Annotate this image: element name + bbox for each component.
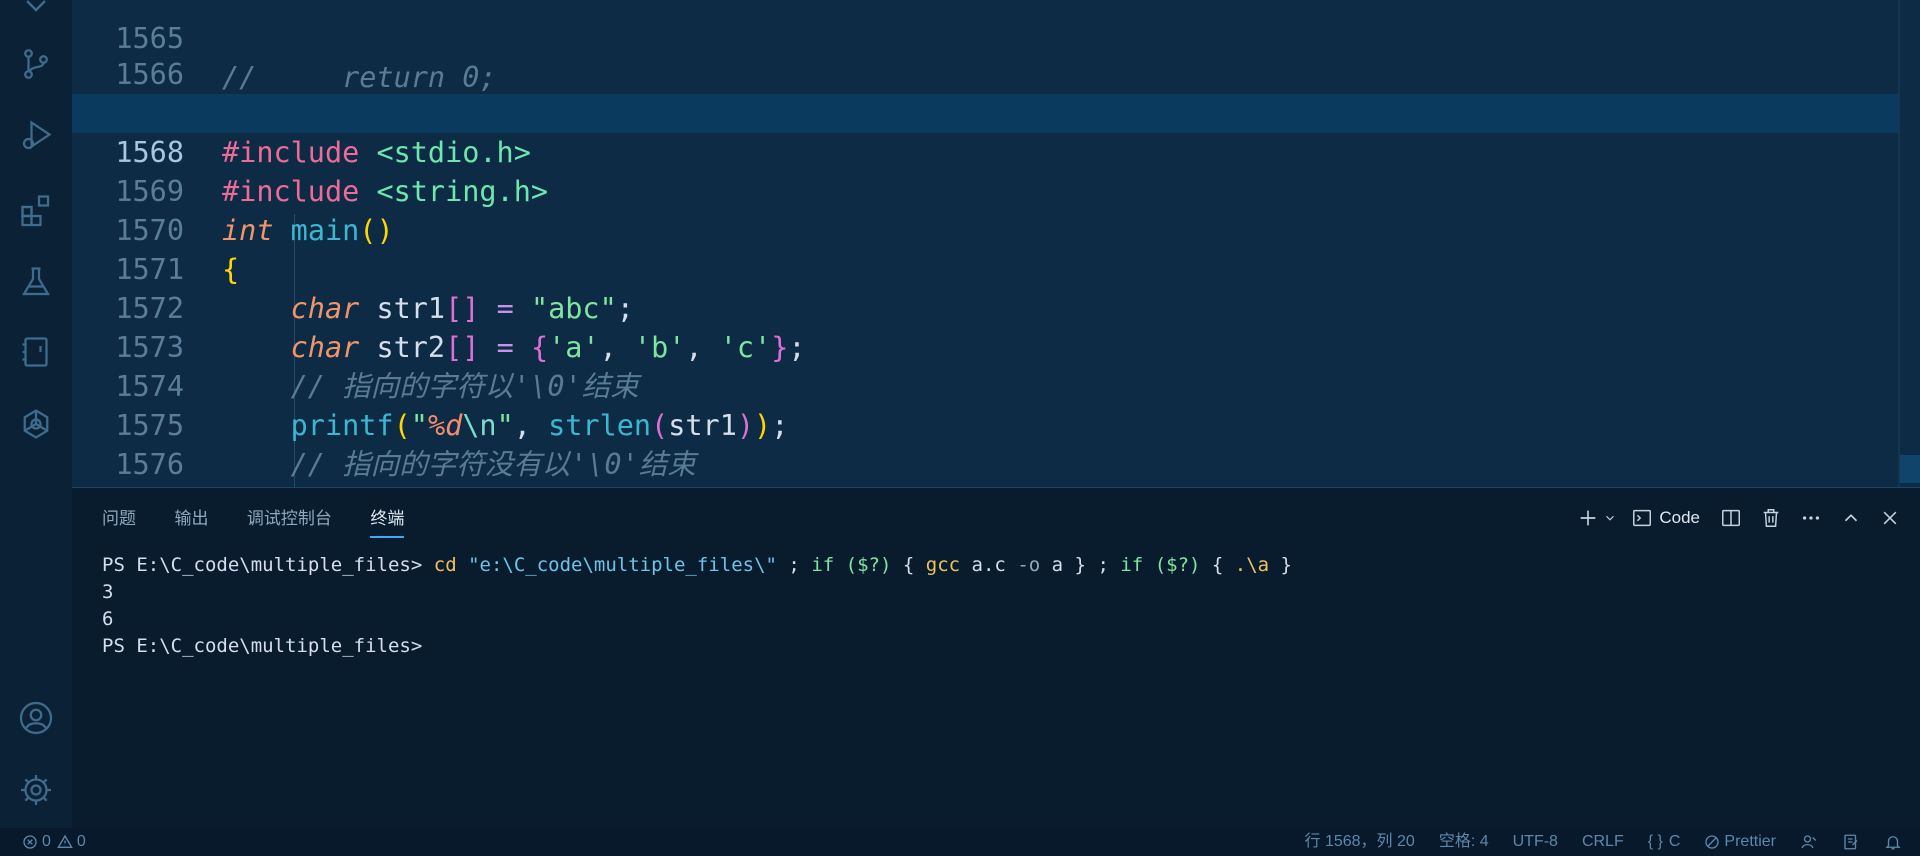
account-icon[interactable] [18,700,54,736]
warning-icon [57,834,73,850]
code-line[interactable]: 1576 printf("%d\n", strlen(str2)); [72,406,1900,481]
terminal-output-line: 3 [102,581,114,603]
notebook-icon[interactable] [18,334,54,370]
indentation[interactable]: 空格: 4 [1439,828,1489,856]
split-icon [1720,507,1742,529]
code-line-current[interactable]: 1568 #include <string.h> [72,94,1900,208]
run-debug-icon[interactable] [18,118,54,154]
bottom-panel: 问题 输出 调试控制台 终端 Code PS E:\C_code\multipl… [72,487,1920,829]
source-control-icon[interactable] [18,46,54,82]
code-editor[interactable]: 1565 // return 0; 1566 // } 1567 #includ… [72,0,1920,487]
encoding[interactable]: UTF-8 [1513,828,1558,856]
new-terminal-button[interactable] [1577,502,1617,534]
close-icon [1880,508,1900,528]
chevron-up-icon [1840,507,1862,529]
code-line[interactable]: 1572 char str2[] = {'a', 'b', 'c'}; [72,250,1900,364]
tab-problems[interactable]: 问题 [102,504,136,538]
language-mode[interactable]: { } C [1648,828,1681,856]
status-bar: 0 0 行 1568，列 20 空格: 4 UTF-8 CRLF { } C P… [0,828,1920,856]
prettier-label: Prettier [1724,833,1776,850]
tab-debug-console[interactable]: 调试控制台 [247,504,332,538]
chatgpt-icon[interactable] [18,406,54,442]
error-count: 0 [42,833,51,850]
code-line[interactable]: 1571 char str1[] = "abc"; [72,211,1900,325]
settings-gear-icon[interactable] [18,772,54,808]
terminal-prompt: PS E:\C_code\multiple_files> [102,635,423,657]
plus-icon [1577,507,1599,529]
code-line[interactable]: 1574 printf("%d\n", strlen(str1)); [72,328,1900,442]
feedback-icon[interactable] [1842,833,1860,851]
braces-icon: { } [1647,833,1663,850]
tab-output[interactable]: 输出 [174,504,208,538]
extensions-icon[interactable] [18,192,54,228]
code-line[interactable]: 1569 int main() [72,133,1900,247]
accounts-icon[interactable] [1800,833,1818,851]
maximize-panel-button[interactable] [1840,502,1862,534]
notifications-bell-icon[interactable] [1884,833,1902,851]
terminal-selector[interactable]: Code [1631,502,1700,534]
end-of-line[interactable]: CRLF [1582,828,1624,856]
language-label: C [1668,833,1681,850]
warning-count: 0 [76,833,86,850]
code-line[interactable]: 1575 // 指向的字符没有以'\0'结束 [72,367,1900,481]
code-line[interactable]: 1570 { [72,172,1900,286]
kill-terminal-button[interactable] [1760,502,1782,534]
terminal-output[interactable]: PS E:\C_code\multiple_files> cd "e:\C_co… [102,552,1292,660]
code-line[interactable]: 1567 #include <stdio.h> [72,55,1900,169]
code-line[interactable]: 1577 return 0; [72,445,1900,484]
split-terminal-button[interactable] [1720,502,1742,534]
problems-status[interactable]: 0 0 [22,828,86,856]
close-panel-button[interactable] [1880,502,1900,534]
testing-icon[interactable] [18,264,54,300]
panel-actions: Code [1563,502,1900,534]
scrollbar-thumb[interactable] [1900,455,1920,483]
tab-terminal[interactable]: 终端 [370,504,405,538]
editor-scrollbar[interactable] [1898,0,1900,487]
trash-icon [1760,507,1782,529]
cursor-position[interactable]: 行 1568，列 20 [1305,828,1415,856]
chevron-down-icon[interactable] [1603,511,1617,525]
prohibited-icon [1704,834,1720,850]
terminal-name: Code [1659,508,1700,527]
more-actions-button[interactable] [1800,502,1822,534]
activity-bar [0,0,72,828]
code-line[interactable]: 1573 // 指向的字符以'\0'结束 [72,289,1900,403]
error-icon [22,834,38,850]
code-line[interactable]: 1566 // } [72,16,1900,130]
explorer-icon[interactable] [18,0,54,22]
ellipsis-icon [1800,507,1822,529]
terminal-prompt: PS E:\C_code\multiple_files> [102,554,423,576]
prettier-status[interactable]: Prettier [1704,828,1776,856]
terminal-output-line: 6 [102,608,114,630]
terminal-command-line: PS E:\C_code\multiple_files> cd "e:\C_co… [102,554,1292,576]
panel-tabs: 问题 输出 调试控制台 终端 [102,504,438,538]
terminal-icon [1631,507,1653,529]
